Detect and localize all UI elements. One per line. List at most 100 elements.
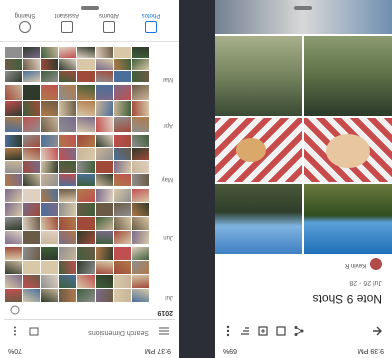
photo-thumbnail[interactable] [113,289,131,302]
photo-thumbnail[interactable] [131,71,149,82]
photo-thumbnail[interactable] [5,261,23,274]
photo-thumbnail[interactable] [95,275,113,288]
more-icon[interactable] [9,324,21,338]
photo-thumbnail[interactable] [113,71,131,82]
photo-thumbnail[interactable] [41,189,59,202]
photo-thumbnail[interactable] [95,101,113,116]
photo-thumbnail[interactable] [131,275,149,288]
photo-thumbnail[interactable] [77,231,95,244]
photo-thumbnail[interactable] [5,189,23,202]
search-input[interactable]: Search Dimensions [88,329,149,336]
photo-thumbnail[interactable] [77,217,95,230]
timeline-scroll-icon[interactable] [9,304,21,316]
photo-thumbnail[interactable] [41,247,59,260]
photo-thumbnail[interactable] [59,189,77,202]
photo-thumbnail[interactable] [23,135,41,147]
photo-thumbnail[interactable] [23,71,41,82]
photo-thumbnail[interactable] [5,85,23,100]
photo-thumbnail[interactable] [77,148,95,160]
photo-thumbnail[interactable] [59,117,77,132]
photo-thumbnail[interactable] [95,71,113,82]
photo-thumbnail[interactable] [59,85,77,100]
photo-thumbnail[interactable] [113,85,131,100]
nav-sharing[interactable]: Sharing [5,5,45,35]
photo-thumbnail[interactable] [41,217,59,230]
photo-thumbnail[interactable] [113,261,131,274]
photo-thumbnail[interactable] [77,47,95,58]
photo-thumbnail[interactable] [95,117,113,132]
photo-thumbnail[interactable] [131,289,149,302]
photo-thumbnail[interactable] [77,135,95,147]
photo-thumbnail[interactable] [23,117,41,132]
photo-thumbnail[interactable] [95,135,113,147]
photo-thumbnail[interactable] [23,217,41,230]
photo-thumbnail[interactable] [23,161,41,173]
photo-thumbnail[interactable] [41,101,59,116]
photo-thumbnail[interactable] [59,275,77,288]
photo-thumbnail[interactable] [59,47,77,58]
photo-thumbnail[interactable] [95,161,113,173]
photo-thumbnail[interactable] [5,135,23,147]
more-icon[interactable] [222,324,234,338]
photo-thumbnail[interactable] [41,203,59,216]
photo-thumbnail[interactable] [113,161,131,173]
photo-thumbnail[interactable] [41,85,59,100]
photo-thumbnail[interactable] [5,231,23,244]
photo-thumbnail[interactable] [59,101,77,116]
photo-thumbnail[interactable] [113,148,131,160]
album-photo[interactable] [215,184,302,254]
photo-thumbnail[interactable] [41,47,59,58]
photo-thumbnail[interactable] [95,247,113,260]
photo-thumbnail[interactable] [95,231,113,244]
nav-photos[interactable]: Photos [131,5,171,35]
album-photo[interactable] [215,118,302,182]
photo-thumbnail[interactable] [59,71,77,82]
photo-thumbnail[interactable] [95,261,113,274]
photo-thumbnail[interactable] [113,47,131,58]
photo-thumbnail[interactable] [77,71,95,82]
photo-thumbnail[interactable] [5,59,23,70]
photo-thumbnail[interactable] [113,275,131,288]
photo-thumbnail[interactable] [23,231,41,244]
photo-thumbnail[interactable] [59,231,77,244]
photo-thumbnail[interactable] [131,174,149,186]
album-photo[interactable] [304,118,392,182]
photo-thumbnail[interactable] [95,189,113,202]
photo-thumbnail[interactable] [77,117,95,132]
back-icon[interactable] [370,324,384,338]
photo-thumbnail[interactable] [77,289,95,302]
photo-thumbnail[interactable] [5,203,23,216]
photo-thumbnail[interactable] [95,289,113,302]
photo-thumbnail[interactable] [5,71,23,82]
photo-thumbnail[interactable] [5,47,23,58]
photo-thumbnail[interactable] [23,59,41,70]
photo-thumbnail[interactable] [59,203,77,216]
photo-thumbnail[interactable] [113,247,131,260]
photo-thumbnail[interactable] [59,289,77,302]
photo-thumbnail[interactable] [23,189,41,202]
photo-thumbnail[interactable] [131,247,149,260]
share-icon[interactable] [292,324,306,338]
photo-thumbnail[interactable] [41,275,59,288]
photo-thumbnail[interactable] [41,161,59,173]
album-photo[interactable] [304,184,392,254]
photo-thumbnail[interactable] [23,47,41,58]
menu-icon[interactable] [157,324,171,338]
photo-thumbnail[interactable] [77,85,95,100]
photo-thumbnail[interactable] [77,174,95,186]
photo-thumbnail[interactable] [59,148,77,160]
photo-thumbnail[interactable] [113,231,131,244]
photo-thumbnail[interactable] [59,161,77,173]
photo-thumbnail[interactable] [131,117,149,132]
photo-thumbnail[interactable] [41,59,59,70]
photo-thumbnail[interactable] [5,217,23,230]
album-photo[interactable] [215,36,302,116]
album-photo[interactable] [304,36,392,116]
photo-thumbnail[interactable] [59,174,77,186]
photo-thumbnail[interactable] [59,261,77,274]
photo-thumbnail[interactable] [5,275,23,288]
photo-thumbnail[interactable] [41,148,59,160]
photo-thumbnail[interactable] [131,135,149,147]
photo-thumbnail[interactable] [131,161,149,173]
photo-thumbnail[interactable] [23,247,41,260]
